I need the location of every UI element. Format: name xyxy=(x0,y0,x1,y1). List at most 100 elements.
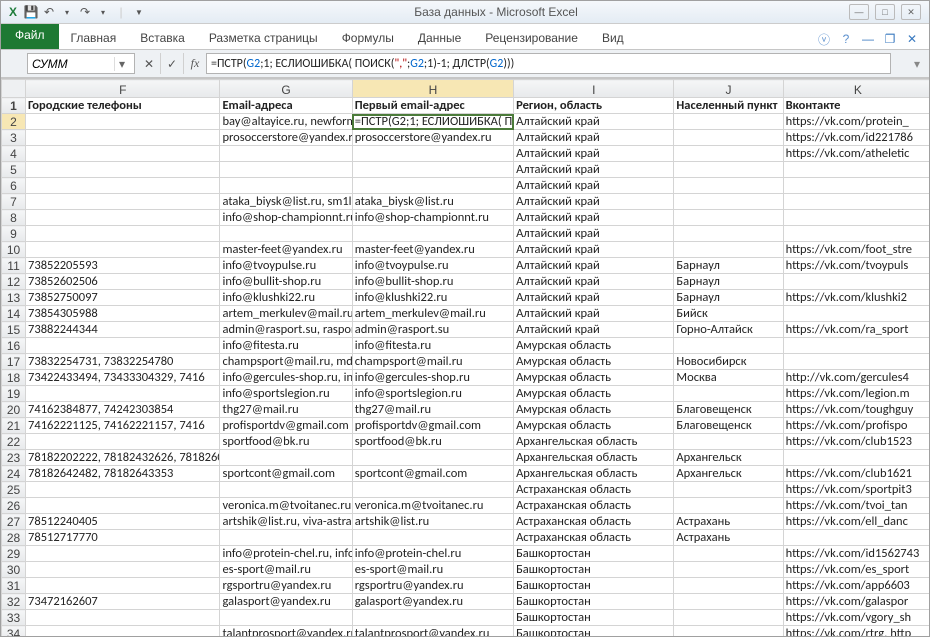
cell[interactable]: Амурская область xyxy=(514,386,674,402)
cell[interactable]: 78182202222, 78182432626, 78182608101, 7… xyxy=(26,450,220,466)
cell[interactable]: https://vk.com/profispo xyxy=(783,418,929,434)
cell[interactable]: admin@rasport.su xyxy=(352,322,513,338)
row-header[interactable]: 17 xyxy=(2,354,26,370)
header-cell[interactable]: Первый email-адрес xyxy=(352,98,513,114)
cell[interactable]: https://vk.com/legion.m xyxy=(783,386,929,402)
row-header[interactable]: 10 xyxy=(2,242,26,258)
row-header[interactable]: 6 xyxy=(2,178,26,194)
cell[interactable]: https://vk.com/protein_ xyxy=(783,114,929,130)
cell[interactable]: 73852602506 xyxy=(26,274,220,290)
col-header-F[interactable]: F xyxy=(26,80,220,98)
cell[interactable] xyxy=(783,178,929,194)
cell[interactable]: https://vk.com/galaspor xyxy=(783,594,929,610)
cell[interactable] xyxy=(26,386,220,402)
cell[interactable]: Алтайский край xyxy=(514,146,674,162)
doc-close-icon[interactable]: ✕ xyxy=(905,32,919,46)
row-header[interactable]: 19 xyxy=(2,386,26,402)
col-header-H[interactable]: H xyxy=(352,80,513,98)
row-header[interactable]: 2 xyxy=(2,114,26,130)
cell[interactable]: 74162221125, 74162221157, 7416 xyxy=(26,418,220,434)
cell[interactable]: Благовещенск xyxy=(674,402,783,418)
cell[interactable]: https://vk.com/club1523 xyxy=(783,434,929,450)
cell[interactable] xyxy=(674,434,783,450)
cell[interactable] xyxy=(26,114,220,130)
cell[interactable]: Алтайский край xyxy=(514,178,674,194)
header-cell[interactable]: Вконтакте xyxy=(783,98,929,114)
cell[interactable] xyxy=(26,546,220,562)
cell[interactable] xyxy=(26,178,220,194)
cell[interactable]: 73854305988 xyxy=(26,306,220,322)
cell[interactable]: talantprosport@yandex.ru xyxy=(352,626,513,637)
cell[interactable] xyxy=(220,178,352,194)
cell[interactable]: Алтайский край xyxy=(514,130,674,146)
cell[interactable]: Благовещенск xyxy=(674,418,783,434)
tab-insert[interactable]: Вставка xyxy=(128,27,197,49)
cell[interactable]: Башкортостан xyxy=(514,562,674,578)
cell[interactable]: Барнаул xyxy=(674,274,783,290)
cell[interactable] xyxy=(783,306,929,322)
cell[interactable] xyxy=(674,594,783,610)
cell[interactable]: info@sportslegion.ru xyxy=(352,386,513,402)
cell[interactable] xyxy=(783,226,929,242)
cell[interactable]: Алтайский край xyxy=(514,210,674,226)
row-header[interactable]: 30 xyxy=(2,562,26,578)
cell[interactable] xyxy=(220,162,352,178)
cell[interactable]: 74162384877, 74242303854 xyxy=(26,402,220,418)
cell[interactable]: info@klushki22.ru xyxy=(352,290,513,306)
cell[interactable] xyxy=(674,626,783,637)
cell[interactable] xyxy=(352,178,513,194)
cell[interactable] xyxy=(352,610,513,626)
cell[interactable]: https://vk.com/tvoypuls xyxy=(783,258,929,274)
cell[interactable]: info@protein-chel.ru xyxy=(352,546,513,562)
cell[interactable]: artshik@list.ru, viva-astrakhan@ xyxy=(220,514,352,530)
cell[interactable] xyxy=(674,162,783,178)
cancel-formula-button[interactable]: ✕ xyxy=(138,53,160,74)
row-header[interactable]: 13 xyxy=(2,290,26,306)
cell[interactable] xyxy=(783,194,929,210)
cell[interactable] xyxy=(352,226,513,242)
cell[interactable] xyxy=(783,450,929,466)
cell[interactable]: Амурская область xyxy=(514,338,674,354)
cell[interactable]: info@fitesta.ru xyxy=(220,338,352,354)
cell[interactable]: https://vk.com/vgory_sh xyxy=(783,610,929,626)
cell[interactable]: https://vk.com/id1562743 xyxy=(783,546,929,562)
cell[interactable] xyxy=(352,450,513,466)
cell[interactable]: Амурская область xyxy=(514,402,674,418)
header-cell[interactable]: Населенный пункт xyxy=(674,98,783,114)
row-header[interactable]: 12 xyxy=(2,274,26,290)
cell[interactable]: Барнаул xyxy=(674,290,783,306)
cell[interactable]: Горно-Алтайск xyxy=(674,322,783,338)
cell[interactable]: info@bullit-shop.ru xyxy=(220,274,352,290)
cell[interactable]: info@shop-championnt.ru xyxy=(352,210,513,226)
cell[interactable]: 73882244344 xyxy=(26,322,220,338)
cell[interactable]: bay@altayice.ru, newform@int xyxy=(220,114,352,130)
row-header[interactable]: 15 xyxy=(2,322,26,338)
cell[interactable] xyxy=(783,530,929,546)
cell[interactable]: champsport@mail.ru xyxy=(352,354,513,370)
row-header[interactable]: 7 xyxy=(2,194,26,210)
doc-restore-icon[interactable]: ❐ xyxy=(883,32,897,46)
save-icon[interactable]: 💾 xyxy=(23,4,39,20)
cell[interactable]: https://vk.com/atheletic xyxy=(783,146,929,162)
tab-view[interactable]: Вид xyxy=(590,27,636,49)
select-all-corner[interactable] xyxy=(2,80,26,98)
cell[interactable] xyxy=(352,162,513,178)
row-header[interactable]: 34 xyxy=(2,626,26,637)
minimize-button[interactable]: — xyxy=(849,4,869,20)
cell[interactable]: Астраханская область xyxy=(514,530,674,546)
cell[interactable]: galasport@yandex.ru xyxy=(352,594,513,610)
qat-dd-icon[interactable]: ▾ xyxy=(59,4,75,20)
cell[interactable]: thg27@mail.ru xyxy=(352,402,513,418)
tab-review[interactable]: Рецензирование xyxy=(473,27,590,49)
cell[interactable] xyxy=(674,546,783,562)
cell[interactable]: profisportdv@gmail.com xyxy=(352,418,513,434)
cell[interactable]: https://vk.com/sportpit3 xyxy=(783,482,929,498)
cell[interactable]: rgsportru@yandex.ru xyxy=(220,578,352,594)
cell[interactable]: info@gercules-shop.ru, info@s xyxy=(220,370,352,386)
row-header[interactable]: 1 xyxy=(2,98,26,114)
cell[interactable]: Алтайский край xyxy=(514,290,674,306)
cell[interactable]: master-feet@yandex.ru xyxy=(352,242,513,258)
cell[interactable]: talantprosport@yandex.ru xyxy=(220,626,352,637)
cell[interactable] xyxy=(783,354,929,370)
cell[interactable]: info@tvoypulse.ru xyxy=(220,258,352,274)
